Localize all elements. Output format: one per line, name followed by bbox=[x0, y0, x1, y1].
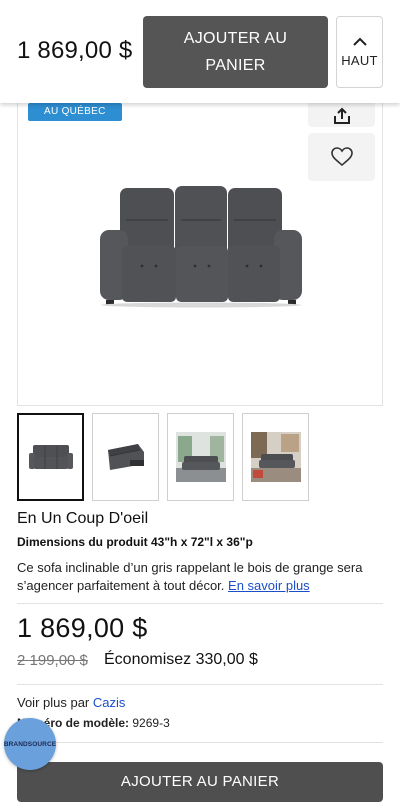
learn-more-link[interactable]: En savoir plus bbox=[228, 578, 310, 593]
share-icon bbox=[333, 107, 350, 124]
brand-line: Voir plus par Cazis bbox=[17, 695, 125, 710]
thumbnail-sofa-front[interactable] bbox=[17, 413, 84, 501]
thumbnail-image bbox=[175, 432, 226, 482]
divider bbox=[17, 684, 383, 685]
product-description: Ce sofa inclinable d’un gris rappelant l… bbox=[17, 559, 367, 595]
brandsource-logo: BRANDSOURCE bbox=[3, 740, 57, 748]
savings-amount: Économisez 330,00 $ bbox=[104, 651, 258, 668]
chevron-up-icon bbox=[352, 37, 367, 46]
thumbnail-sofa-reclined[interactable] bbox=[92, 413, 159, 501]
bottom-add-to-cart-button[interactable]: AJOUTER AU PANIER bbox=[17, 762, 383, 802]
back-to-top-label: HAUT bbox=[341, 52, 378, 68]
thumbnail-strip bbox=[17, 413, 383, 501]
region-badge: AU QUÉBEC bbox=[28, 103, 122, 121]
wishlist-button[interactable] bbox=[308, 133, 375, 181]
sticky-header: 1 869,00 $ AJOUTER AU PANIER HAUT bbox=[0, 0, 400, 103]
header-price: 1 869,00 $ bbox=[17, 37, 133, 64]
sofa-illustration bbox=[100, 186, 302, 308]
heart-icon bbox=[330, 147, 353, 167]
thumbnail-image bbox=[28, 445, 73, 469]
thumbnail-image bbox=[107, 444, 144, 470]
original-price: 2 199,00 $ bbox=[17, 652, 88, 669]
thumbnail-sofa-room-scene[interactable] bbox=[242, 413, 309, 501]
product-price: 1 869,00 $ bbox=[17, 613, 148, 643]
add-to-cart-button[interactable]: AJOUTER AU PANIER bbox=[143, 16, 328, 88]
model-number: 9269-3 bbox=[132, 716, 170, 730]
product-dimensions: Dimensions du produit 43"h x 72"l x 36"p bbox=[17, 535, 253, 549]
brandsource-chat-button[interactable]: BRANDSOURCE bbox=[4, 718, 56, 770]
back-to-top-button[interactable]: HAUT bbox=[336, 16, 383, 88]
divider bbox=[17, 742, 383, 743]
main-product-image[interactable] bbox=[98, 184, 304, 308]
divider bbox=[17, 603, 383, 604]
overview-title: En Un Coup D'oeil bbox=[17, 510, 149, 527]
brand-prefix: Voir plus par bbox=[17, 695, 90, 710]
thumbnail-sofa-living-room[interactable] bbox=[167, 413, 234, 501]
thumbnail-image bbox=[250, 432, 301, 482]
brand-link[interactable]: Cazis bbox=[93, 695, 126, 710]
description-text: Ce sofa inclinable d’un gris rappelant l… bbox=[17, 560, 363, 593]
